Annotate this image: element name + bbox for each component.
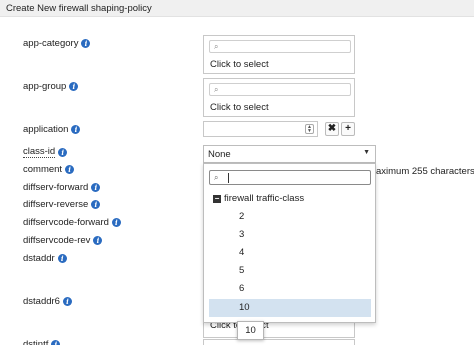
dropdown-option[interactable]: 3 xyxy=(204,226,375,244)
label-text: application xyxy=(23,124,69,135)
label-class-id: class-id i xyxy=(23,146,68,158)
option-label: 2 xyxy=(239,211,245,222)
class-id-dropdown: ⌕ − firewall traffic-class 2 3 4 5 6 10 xyxy=(203,163,376,323)
label-app-group: app-group i xyxy=(23,81,79,92)
class-id-select[interactable]: None ▼ xyxy=(203,145,376,163)
label-diffserv-reverse: diffserv-reverse i xyxy=(23,199,101,210)
dropdown-option[interactable]: 5 xyxy=(204,262,375,280)
add-button[interactable]: + xyxy=(341,122,355,136)
dialog-title: Create New firewall shaping-policy xyxy=(6,3,152,14)
label-text: diffservcode-forward xyxy=(23,217,109,228)
label-comment: comment i xyxy=(23,164,75,175)
option-label: 3 xyxy=(239,229,245,240)
label-app-category: app-category i xyxy=(23,38,91,49)
comment-max-hint: aximum 255 characters) xyxy=(376,166,474,177)
info-icon[interactable]: i xyxy=(51,340,61,345)
label-text: dstintf xyxy=(23,339,49,345)
label-text: diffservcode-rev xyxy=(23,235,91,246)
label-text: app-group xyxy=(23,81,67,92)
dropdown-option[interactable]: 2 xyxy=(204,208,375,226)
info-icon[interactable]: i xyxy=(69,82,79,91)
info-icon[interactable]: i xyxy=(91,200,101,209)
option-label: 6 xyxy=(239,283,245,294)
application-input[interactable]: ▲ ▼ xyxy=(203,121,318,137)
info-icon[interactable]: i xyxy=(93,236,103,245)
dstintf-multiselect[interactable] xyxy=(203,339,355,345)
info-icon[interactable]: i xyxy=(91,183,101,192)
label-text: comment xyxy=(23,164,63,175)
label-text: class-id xyxy=(23,146,56,158)
app-category-multiselect[interactable]: ⌕ Click to select xyxy=(203,35,355,74)
text-cursor xyxy=(228,173,229,183)
info-icon[interactable]: i xyxy=(57,254,67,263)
app-group-search-input[interactable]: ⌕ xyxy=(209,83,351,96)
group-label: firewall traffic-class xyxy=(224,193,305,204)
clear-button[interactable]: ✖ xyxy=(325,122,339,136)
tooltip: 10 xyxy=(237,321,264,340)
spinner-icon[interactable]: ▲ ▼ xyxy=(305,124,314,134)
caret-down-icon: ▼ xyxy=(363,149,370,156)
info-icon[interactable]: i xyxy=(111,218,121,227)
info-icon[interactable]: i xyxy=(58,147,68,157)
option-label: 10 xyxy=(239,302,250,313)
label-text: diffserv-reverse xyxy=(23,199,89,210)
label-dstaddr: dstaddr i xyxy=(23,253,67,264)
label-text: dstaddr xyxy=(23,253,55,264)
info-icon[interactable]: i xyxy=(81,39,91,48)
label-text: app-category xyxy=(23,38,79,49)
info-icon[interactable]: i xyxy=(71,125,81,134)
info-icon[interactable]: i xyxy=(65,165,75,174)
dialog-header: Create New firewall shaping-policy xyxy=(0,0,474,17)
dropdown-option[interactable]: 4 xyxy=(204,244,375,262)
dropdown-option[interactable]: 6 xyxy=(204,280,375,298)
label-diffserv-forward: diffserv-forward i xyxy=(23,182,101,193)
dropdown-option-selected[interactable]: 10 xyxy=(209,299,371,317)
app-group-multiselect[interactable]: ⌕ Click to select xyxy=(203,78,355,117)
label-application: application i xyxy=(23,124,81,135)
search-icon: ⌕ xyxy=(214,85,219,94)
option-label: 5 xyxy=(239,265,245,276)
label-text: diffserv-forward xyxy=(23,182,89,193)
label-dstaddr6: dstaddr6 i xyxy=(23,296,72,307)
select-value: None xyxy=(208,149,231,160)
option-label: 4 xyxy=(239,247,245,258)
dropdown-group-header[interactable]: − firewall traffic-class xyxy=(213,193,304,204)
label-diffservcode-forward: diffservcode-forward i xyxy=(23,217,121,228)
search-icon: ⌕ xyxy=(214,173,219,182)
label-diffservcode-rev: diffservcode-rev i xyxy=(23,235,103,246)
click-to-select-hint[interactable]: Click to select xyxy=(210,59,269,70)
dropdown-search-input[interactable]: ⌕ xyxy=(209,170,371,185)
label-text: dstaddr6 xyxy=(23,296,60,307)
label-dstintf: dstintf i xyxy=(23,339,61,345)
search-icon: ⌕ xyxy=(214,42,219,51)
info-icon[interactable]: i xyxy=(62,297,72,306)
click-to-select-hint[interactable]: Click to select xyxy=(210,102,269,113)
minus-square-icon[interactable]: − xyxy=(213,194,221,203)
app-category-search-input[interactable]: ⌕ xyxy=(209,40,351,53)
